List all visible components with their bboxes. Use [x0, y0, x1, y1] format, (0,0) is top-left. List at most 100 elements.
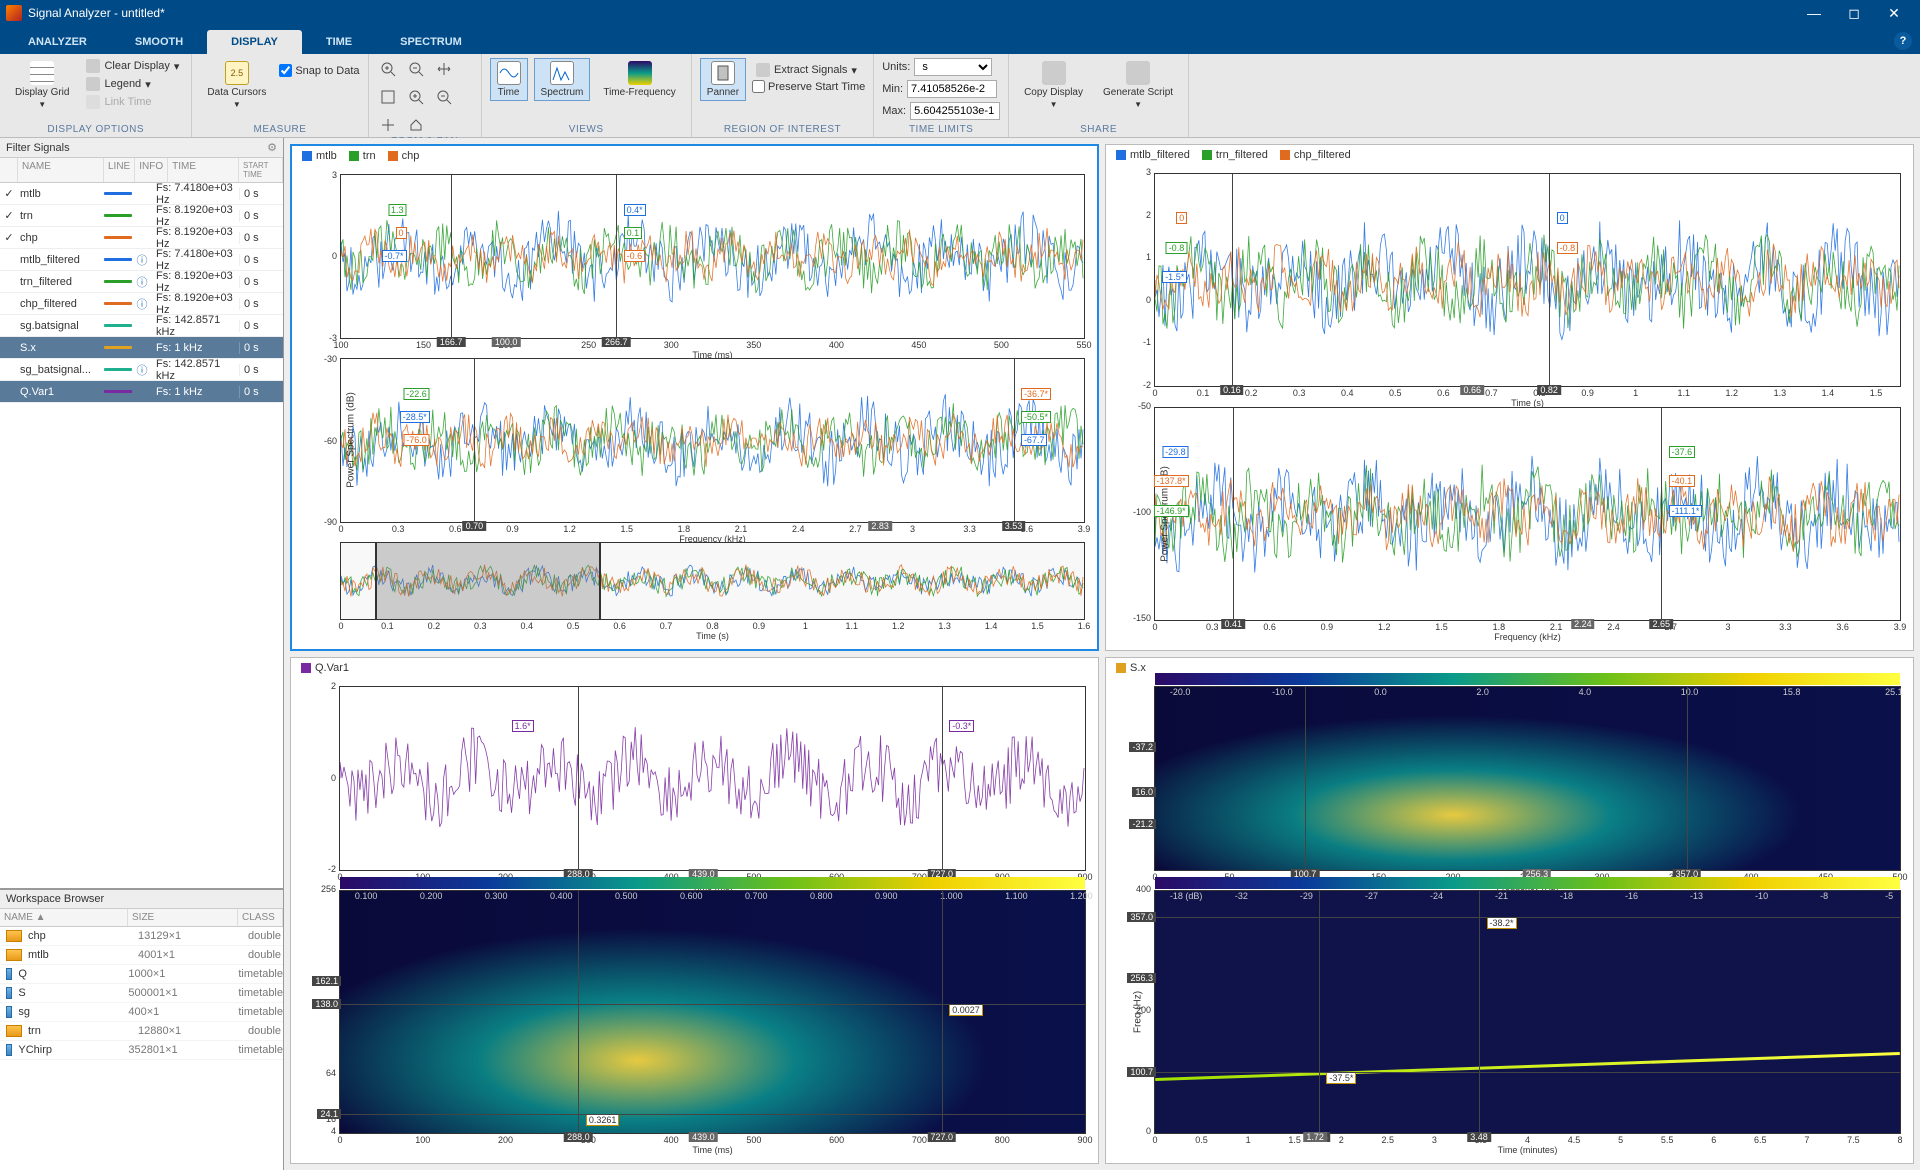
units-select[interactable]: s [914, 58, 992, 76]
display-4[interactable]: S.x-20.0-10.00.02.04.010.015.825.1050100… [1105, 657, 1914, 1164]
zoom-in-x-button[interactable] [377, 58, 399, 80]
display-1[interactable]: mtlbtrnchp -30310015020025030035040045050… [290, 144, 1099, 651]
spectrum-view-button[interactable]: Spectrum [534, 58, 591, 101]
help-button[interactable]: ? [1894, 32, 1912, 50]
chart-area[interactable]: -2020100200300400500600700800900Time (ms… [291, 676, 1098, 1163]
main-area: Filter Signals ⚙ NAME LINE INFO TIME STAR… [0, 138, 1920, 1170]
script-icon [1126, 61, 1150, 85]
zoom-in-button[interactable] [405, 86, 427, 108]
panner-icon [711, 61, 735, 85]
signal-row[interactable]: trn_filtered ⓘ Fs: 8.1920e+03 Hz 0 s [0, 271, 283, 293]
plot-panel[interactable]: -20.0-10.00.02.04.010.015.825.1050100150… [1154, 686, 1901, 871]
min-input[interactable] [907, 80, 997, 98]
display-3[interactable]: Q.Var1 -2020100200300400500600700800900Ti… [290, 657, 1099, 1164]
maximize-button[interactable]: ◻ [1834, 5, 1874, 22]
chart-area[interactable]: -303100150200250300350400450500550Time (… [292, 164, 1097, 649]
dropdown-icon: ▼ [233, 100, 241, 109]
link-icon [86, 95, 100, 109]
generate-script-button[interactable]: Generate Script▼ [1096, 58, 1180, 112]
workspace-row[interactable]: sg400×1timetable [0, 1003, 283, 1022]
signals-table-body: ✓ mtlb Fs: 7.4180e+03 Hz 0 s✓ trn Fs: 8.… [0, 183, 283, 403]
signal-row[interactable]: S.x Fs: 1 kHz 0 s [0, 337, 283, 359]
workspace-row[interactable]: trn12880×1double [0, 1022, 283, 1041]
copy-icon [1042, 61, 1066, 85]
dropdown-icon: ▼ [38, 100, 46, 109]
legend: Q.Var1 [291, 658, 1098, 676]
signals-table-header: NAME LINE INFO TIME START TIME [0, 158, 283, 183]
tab-time[interactable]: TIME [302, 30, 376, 54]
pan-button[interactable] [377, 114, 399, 136]
display-grid-button[interactable]: Display Grid ▼ [8, 58, 76, 112]
tab-smooth[interactable]: SMOOTH [111, 30, 207, 54]
minimize-button[interactable]: — [1794, 5, 1834, 21]
legend-button[interactable]: Legend ▾ [82, 76, 183, 92]
workspace-row[interactable]: YChirp352801×1timetable [0, 1041, 283, 1060]
zoom-out-button[interactable] [433, 86, 455, 108]
app-logo [6, 5, 22, 21]
zoom-xy-button[interactable] [433, 58, 455, 80]
clear-icon [86, 59, 100, 73]
signal-row[interactable]: ✓ chp Fs: 8.1920e+03 Hz 0 s [0, 227, 283, 249]
plot-panel[interactable]: 0.1000.2000.3000.4000.5000.6000.7000.800… [339, 890, 1086, 1134]
left-pane: Filter Signals ⚙ NAME LINE INFO TIME STAR… [0, 138, 284, 1170]
link-time-button[interactable]: Link Time [82, 94, 183, 110]
plot-panel[interactable]: -18 (dB)-32-29-27-24-21-18-16-13-10-8-50… [1154, 890, 1901, 1134]
zoom-out-x-button[interactable] [405, 58, 427, 80]
spectrum-icon [550, 61, 574, 85]
plot-panel[interactable]: -90-60-3000.30.60.91.21.51.82.12.42.733.… [340, 358, 1085, 523]
snap-to-data-checkbox[interactable]: Snap to Data [279, 64, 359, 77]
workspace-row[interactable]: chp13129×1double [0, 927, 283, 946]
signal-row[interactable]: sg_batsignal... ⓘ Fs: 142.8571 kHz 0 s [0, 359, 283, 381]
legend-icon [86, 77, 100, 91]
titlebar: Signal Analyzer - untitled* — ◻ ✕ [0, 0, 1920, 26]
workspace-row[interactable]: S500001×1timetable [0, 984, 283, 1003]
preserve-start-time-checkbox[interactable]: Preserve Start Time [752, 80, 865, 93]
extract-signals-button[interactable]: Extract Signals ▾ [752, 62, 865, 78]
tab-analyzer[interactable]: ANALYZER [4, 30, 111, 54]
panel-options-icon[interactable]: ⚙ [267, 141, 277, 154]
displays-grid: mtlbtrnchp -30310015020025030035040045050… [284, 138, 1920, 1170]
close-button[interactable]: ✕ [1874, 5, 1914, 22]
extract-icon [756, 63, 770, 77]
tab-spectrum[interactable]: SPECTRUM [376, 30, 486, 54]
plot-panel[interactable]: -303100150200250300350400450500550Time (… [340, 174, 1085, 339]
panner-button[interactable]: Panner [700, 58, 746, 101]
spectrogram-icon [628, 61, 652, 85]
window-title: Signal Analyzer - untitled* [28, 6, 1794, 20]
workspace-browser-panel: Workspace Browser NAME ▲ SIZE CLASS chp1… [0, 890, 283, 1170]
signal-row[interactable]: chp_filtered ⓘ Fs: 8.1920e+03 Hz 0 s [0, 293, 283, 315]
workspace-title: Workspace Browser [6, 893, 104, 905]
toolstrip-tabs: ANALYZER SMOOTH DISPLAY TIME SPECTRUM ? [0, 26, 1920, 54]
legend: mtlbtrnchp [292, 146, 1097, 164]
time-frequency-button[interactable]: Time-Frequency [596, 58, 682, 101]
filter-signals-panel: Filter Signals ⚙ NAME LINE INFO TIME STAR… [0, 138, 283, 890]
plot-panel[interactable]: -2020100200300400500600700800900Time (ms… [339, 686, 1086, 871]
workspace-table-header: NAME ▲ SIZE CLASS [0, 909, 283, 927]
filter-signals-title: Filter Signals [6, 142, 70, 154]
signal-row[interactable]: sg.batsignal Fs: 142.8571 kHz 0 s [0, 315, 283, 337]
signal-row[interactable]: mtlb_filtered ⓘ Fs: 7.4180e+03 Hz 0 s [0, 249, 283, 271]
plot-panel[interactable]: -150-100-5000.30.60.91.21.51.82.12.42.73… [1154, 407, 1901, 621]
display-2[interactable]: mtlb_filteredtrn_filteredchp_filtered-2-… [1105, 144, 1914, 651]
data-cursors-button[interactable]: 2.5 Data Cursors ▼ [200, 58, 273, 112]
cursor-icon: 2.5 [225, 61, 249, 85]
clear-display-button[interactable]: Clear Display ▾ [82, 58, 183, 74]
signal-row[interactable]: ✓ mtlb Fs: 7.4180e+03 Hz 0 s [0, 183, 283, 205]
signal-row[interactable]: Q.Var1 Fs: 1 kHz 0 s [0, 381, 283, 403]
chart-area[interactable]: -2-1012300.10.20.30.40.50.60.70.80.911.1… [1106, 163, 1913, 650]
max-input[interactable] [910, 102, 1000, 120]
workspace-table-body: chp13129×1doublemtlb4001×1doubleQ1000×1t… [0, 927, 283, 1060]
fit-button[interactable] [377, 86, 399, 108]
grid-icon [30, 61, 54, 85]
home-zoom-button[interactable] [405, 114, 427, 136]
time-view-button[interactable]: Time [490, 58, 528, 101]
workspace-row[interactable]: mtlb4001×1double [0, 946, 283, 965]
toolstrip: Display Grid ▼ Clear Display ▾ Legend ▾ … [0, 54, 1920, 138]
workspace-row[interactable]: Q1000×1timetable [0, 965, 283, 984]
plot-panel[interactable]: -2-1012300.10.20.30.40.50.60.70.80.911.1… [1154, 173, 1901, 387]
tab-display[interactable]: DISPLAY [207, 30, 302, 54]
copy-display-button[interactable]: Copy Display▼ [1017, 58, 1090, 112]
plot-panel[interactable]: 00.10.20.30.40.50.60.70.80.911.11.21.31.… [340, 542, 1085, 620]
signal-row[interactable]: ✓ trn Fs: 8.1920e+03 Hz 0 s [0, 205, 283, 227]
chart-area[interactable]: -20.0-10.00.02.04.010.015.825.1050100150… [1106, 676, 1913, 1163]
